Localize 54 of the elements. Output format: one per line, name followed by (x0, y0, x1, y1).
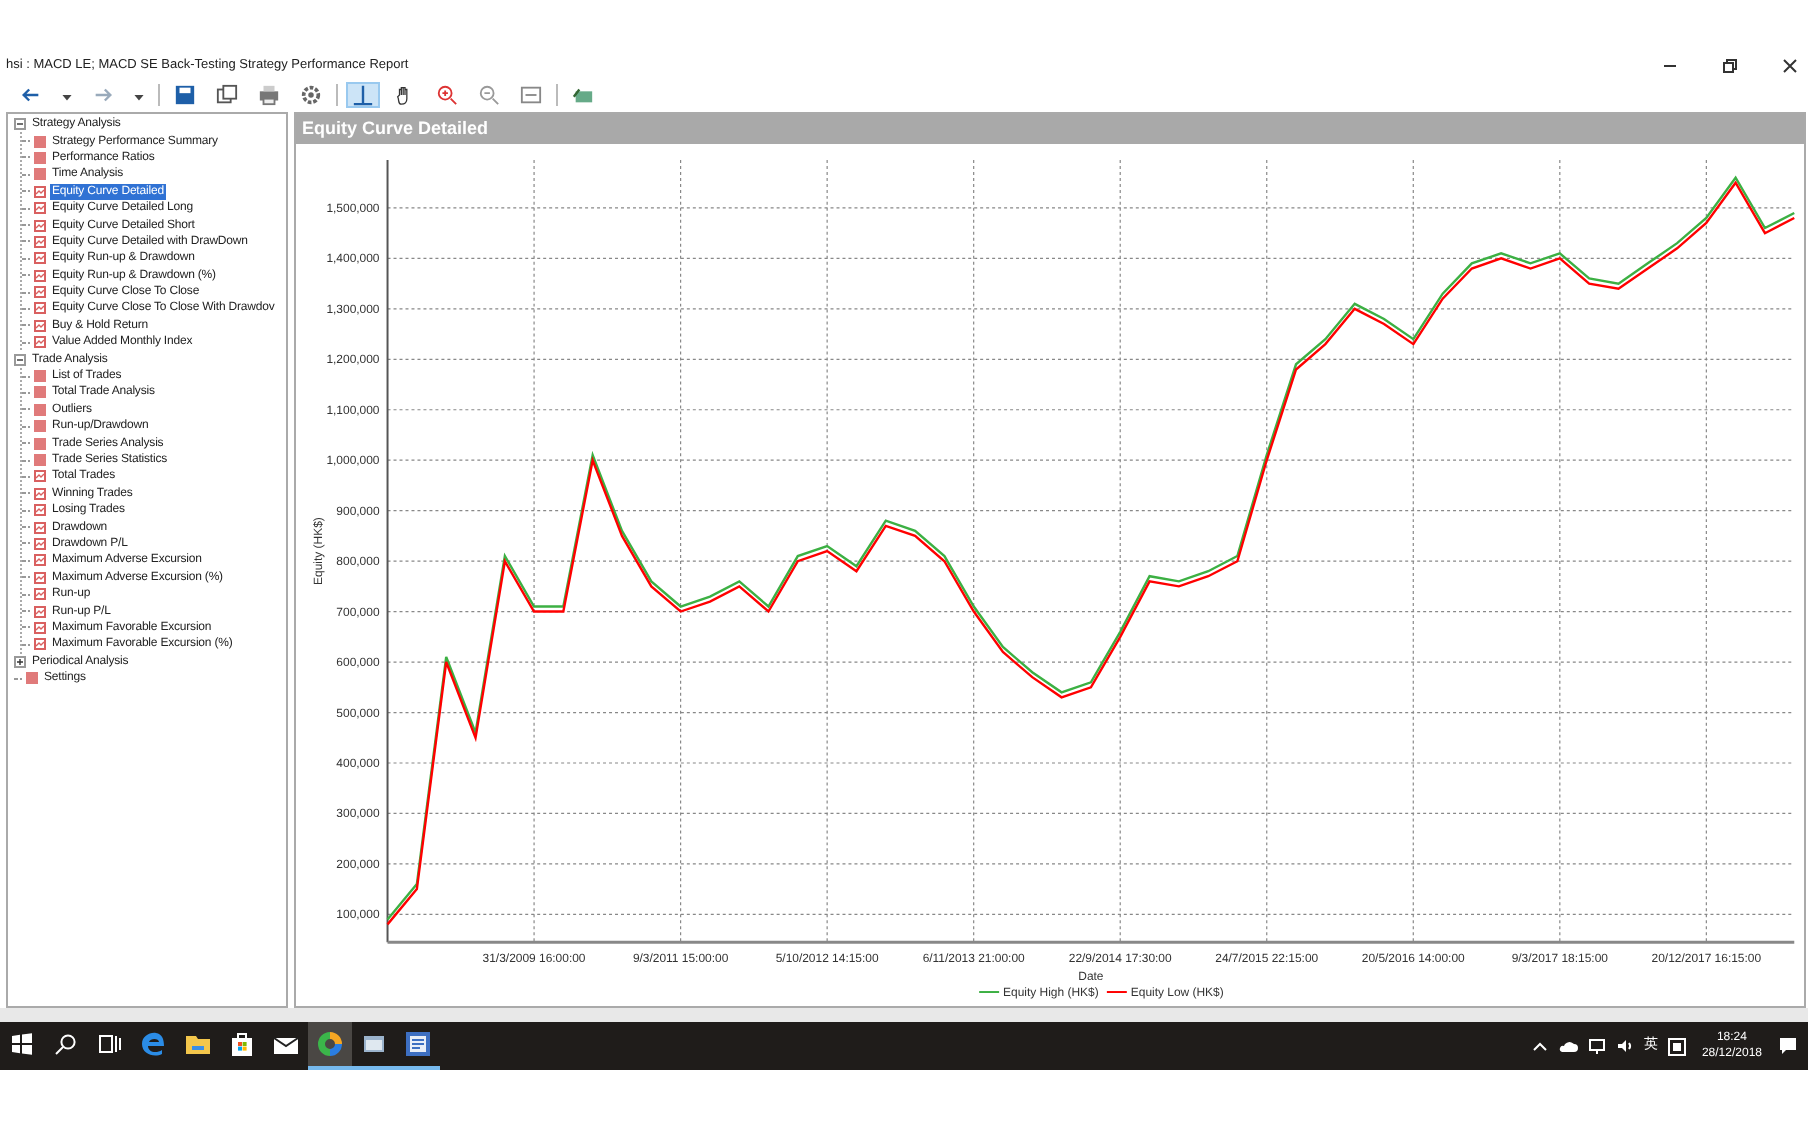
forward-arrow-icon (92, 84, 114, 106)
chart-icon (34, 302, 46, 315)
export-icon (572, 84, 594, 106)
chart-icon (34, 621, 46, 634)
fit-icon (520, 84, 542, 106)
save-icon (174, 84, 196, 106)
notification-icon[interactable] (1778, 1036, 1800, 1056)
copy-icon (216, 84, 238, 106)
chart-icon (34, 470, 46, 483)
chart-icon (34, 235, 46, 248)
monitor-icon[interactable] (1587, 1038, 1606, 1054)
print-icon (258, 84, 280, 106)
chart-icon (34, 219, 46, 232)
chart-icon (34, 571, 46, 584)
panel-title: Equity Curve Detailed (296, 114, 1804, 144)
chart-icon (34, 605, 46, 618)
chart-icon (34, 504, 46, 517)
chart-icon (34, 588, 46, 601)
chart-icon (34, 319, 46, 332)
back-arrow-icon (20, 84, 42, 106)
crosshair-icon (352, 84, 374, 106)
collapse-icon[interactable] (14, 353, 26, 366)
zoom-in-icon (436, 84, 458, 106)
document-icon (404, 1030, 432, 1058)
close-icon[interactable] (1782, 58, 1798, 74)
chart-icon (34, 554, 46, 567)
window-icon (360, 1030, 388, 1058)
chart-icon (34, 202, 46, 215)
report-icon (26, 672, 38, 685)
zoom-out-icon (478, 84, 500, 106)
speaker-icon[interactable] (1615, 1038, 1634, 1054)
chevron-up-icon[interactable] (1531, 1038, 1548, 1054)
expand-icon[interactable] (14, 655, 26, 668)
chart-icon (34, 252, 46, 265)
chart-icon (34, 286, 46, 299)
ring-logo-icon (316, 1030, 344, 1058)
cloud-icon[interactable] (1557, 1038, 1578, 1054)
folder-icon (184, 1030, 212, 1058)
task-view-icon (96, 1030, 124, 1058)
chart-icon (34, 336, 46, 349)
collapse-icon[interactable] (14, 118, 26, 131)
settings-icon (300, 84, 322, 106)
chart-icon (34, 269, 46, 282)
browser-e-icon (140, 1030, 168, 1058)
chart-icon (34, 185, 46, 198)
chart-icon (34, 638, 46, 651)
chart-icon (34, 537, 46, 550)
chart-icon (34, 487, 46, 500)
keyboard-icon[interactable] (1667, 1037, 1686, 1055)
chart-icon (34, 521, 46, 534)
restore-icon[interactable] (1722, 58, 1738, 74)
windows-logo-icon (8, 1030, 36, 1058)
shopping-bag-icon (228, 1030, 256, 1058)
search-icon (52, 1030, 80, 1058)
